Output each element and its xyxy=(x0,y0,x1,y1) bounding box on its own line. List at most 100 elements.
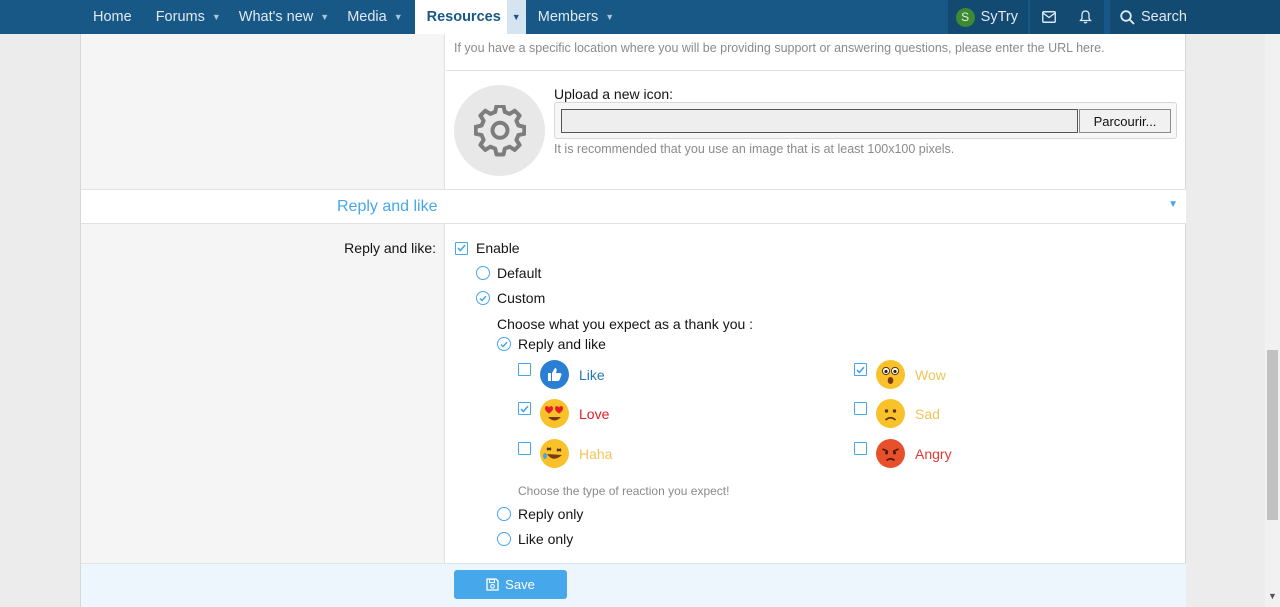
checkmark-icon xyxy=(856,366,865,374)
inbox-button[interactable] xyxy=(1030,0,1067,34)
radio-reply-and-like-row[interactable]: Reply and like xyxy=(497,336,606,352)
reaction-like-option[interactable]: Like xyxy=(518,360,605,389)
radio-default-row[interactable]: Default xyxy=(476,265,541,281)
tab-members[interactable]: Members ▼ xyxy=(526,0,626,34)
sad-icon xyxy=(876,399,905,428)
collapse-toggle-icon[interactable]: ▼ xyxy=(1168,199,1178,210)
tab-resources[interactable]: Resources ▼ xyxy=(414,0,526,34)
chevron-down-icon[interactable]: ▼ xyxy=(212,12,221,22)
scroll-down-arrow-icon[interactable]: ▼ xyxy=(1265,591,1280,601)
floppy-disk-icon xyxy=(486,578,499,591)
chevron-down-icon[interactable]: ▼ xyxy=(605,12,614,22)
checkmark-icon xyxy=(479,295,487,302)
gear-icon xyxy=(473,104,526,156)
radio-like-only[interactable] xyxy=(497,532,511,546)
reaction-love-checkbox[interactable] xyxy=(518,402,531,415)
radio-default[interactable] xyxy=(476,266,490,280)
thank-you-prompt: Choose what you expect as a thank you : xyxy=(497,316,754,332)
reaction-angry-checkbox[interactable] xyxy=(854,442,867,455)
tab-whats-new[interactable]: What's new ▼ xyxy=(233,0,341,34)
tab-members-label: Members xyxy=(537,9,599,25)
upload-hint: It is recommended that you use an image … xyxy=(554,142,955,156)
nav-tabs: Home Forums ▼ What's new ▼ Media ▼ Resou… xyxy=(0,0,626,34)
chevron-down-icon[interactable]: ▼ xyxy=(320,12,329,22)
angry-icon xyxy=(876,439,905,468)
radio-reply-only-row[interactable]: Reply only xyxy=(497,506,583,522)
enable-checkbox-row[interactable]: Enable xyxy=(455,240,520,256)
form-label-column xyxy=(81,34,445,563)
reaction-like-checkbox[interactable] xyxy=(518,363,531,376)
radio-reply-and-like[interactable] xyxy=(497,337,511,351)
section-header-reply-and-like[interactable]: Reply and like ▼ xyxy=(81,189,1186,224)
browse-button[interactable]: Parcourir... xyxy=(1079,109,1171,133)
radio-reply-and-like-label: Reply and like xyxy=(518,336,606,352)
form-submit-row: Save xyxy=(81,563,1186,607)
file-upload-control: Parcourir... xyxy=(554,102,1177,139)
tab-forums-label: Forums xyxy=(155,9,205,25)
tab-home-label: Home xyxy=(93,9,132,25)
chevron-down-icon[interactable]: ▼ xyxy=(506,0,526,34)
support-url-hint: If you have a specific location where yo… xyxy=(454,41,1105,55)
reaction-haha-checkbox[interactable] xyxy=(518,442,531,455)
envelope-icon xyxy=(1041,11,1056,23)
section-title: Reply and like xyxy=(337,198,438,215)
radio-custom-label: Custom xyxy=(497,290,546,306)
radio-custom-row[interactable]: Custom xyxy=(476,290,545,306)
radio-reply-only[interactable] xyxy=(497,507,511,521)
reaction-angry-option[interactable]: Angry xyxy=(854,439,952,468)
nav-user-area: S SyTry Search xyxy=(947,0,1280,34)
enable-label: Enable xyxy=(476,240,520,256)
resource-edit-form: If you have a specific location where yo… xyxy=(80,34,1186,607)
top-navigation: Home Forums ▼ What's new ▼ Media ▼ Resou… xyxy=(0,0,1280,34)
reaction-angry-label: Angry xyxy=(915,445,952,462)
reaction-like-label: Like xyxy=(579,366,605,383)
radio-like-only-label: Like only xyxy=(518,531,574,547)
radio-custom[interactable] xyxy=(476,291,490,305)
divider xyxy=(446,70,1186,71)
chevron-down-icon[interactable]: ▼ xyxy=(394,12,403,22)
tab-forums[interactable]: Forums ▼ xyxy=(144,0,233,34)
tab-home[interactable]: Home xyxy=(81,0,144,34)
reaction-sad-option[interactable]: Sad xyxy=(854,399,940,428)
reaction-type-hint: Choose the type of reaction you expect! xyxy=(518,484,730,498)
enable-checkbox[interactable] xyxy=(455,241,468,255)
reaction-haha-option[interactable]: Haha xyxy=(518,439,612,468)
upload-icon-label: Upload a new icon: xyxy=(554,86,674,102)
checkmark-icon xyxy=(500,341,508,348)
search-button[interactable]: Search xyxy=(1110,0,1280,34)
reply-and-like-field-label: Reply and like: xyxy=(344,240,436,256)
reaction-wow-checkbox[interactable] xyxy=(854,363,867,376)
file-path-field[interactable] xyxy=(561,109,1078,133)
thumbs-up-icon xyxy=(540,360,569,389)
save-label: Save xyxy=(505,577,535,592)
tab-resources-label: Resources xyxy=(426,9,501,25)
heart-eyes-icon xyxy=(540,399,569,428)
reaction-love-option[interactable]: Love xyxy=(518,399,609,428)
search-icon xyxy=(1120,9,1135,25)
radio-reply-only-label: Reply only xyxy=(518,506,584,522)
reaction-wow-label: Wow xyxy=(915,366,946,383)
radio-default-label: Default xyxy=(497,265,542,281)
laughing-icon xyxy=(540,439,569,468)
username: SyTry xyxy=(980,9,1018,25)
reaction-sad-label: Sad xyxy=(915,405,940,422)
scrollbar-thumb[interactable] xyxy=(1267,350,1278,520)
page-scrollbar[interactable]: ▼ xyxy=(1265,34,1280,607)
wow-icon xyxy=(876,360,905,389)
resource-icon-preview xyxy=(454,85,545,176)
avatar: S xyxy=(955,7,975,27)
tab-whats-new-label: What's new xyxy=(238,9,314,25)
checkmark-icon xyxy=(457,244,466,252)
radio-like-only-row[interactable]: Like only xyxy=(497,531,573,547)
reaction-wow-option[interactable]: Wow xyxy=(854,360,946,389)
user-menu-button[interactable]: S SyTry xyxy=(947,0,1028,34)
reaction-love-label: Love xyxy=(579,405,610,422)
bell-icon xyxy=(1079,10,1092,24)
tab-media[interactable]: Media ▼ xyxy=(341,0,414,34)
checkmark-icon xyxy=(520,405,529,413)
search-label: Search xyxy=(1141,9,1187,25)
reaction-haha-label: Haha xyxy=(579,445,613,462)
reaction-sad-checkbox[interactable] xyxy=(854,402,867,415)
alerts-button[interactable] xyxy=(1067,0,1104,34)
save-button[interactable]: Save xyxy=(454,570,567,599)
